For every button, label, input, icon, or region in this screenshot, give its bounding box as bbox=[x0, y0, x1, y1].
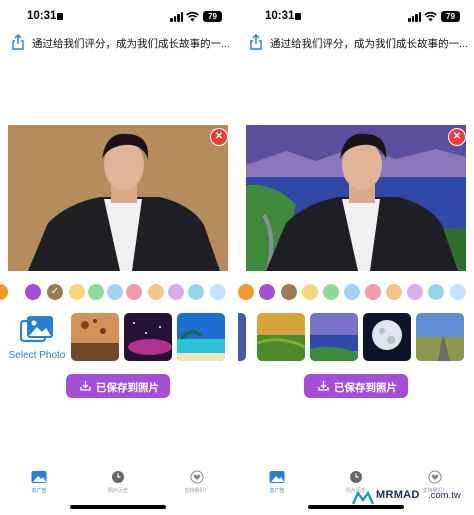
watermark-logo-icon bbox=[352, 491, 374, 505]
tab-bar: 去广告 照片历史 支持我们！ bbox=[0, 470, 236, 504]
color-swatch[interactable] bbox=[302, 284, 318, 300]
tab-label: 去广告 bbox=[269, 488, 285, 494]
background-thumbnail[interactable] bbox=[257, 313, 305, 361]
color-swatch-row: ✓ bbox=[0, 284, 236, 304]
tab-label: 去广告 bbox=[31, 488, 47, 494]
status-time: 10:31 bbox=[265, 10, 295, 22]
status-time: 10:31 bbox=[27, 10, 57, 22]
background-thumbnail[interactable] bbox=[238, 313, 246, 361]
tab-label: 支持我们！ bbox=[184, 488, 210, 494]
tab-support-us[interactable]: 支持我们！ bbox=[172, 470, 222, 494]
background-thumbnail[interactable] bbox=[71, 313, 119, 361]
color-swatch[interactable] bbox=[148, 284, 164, 300]
tab-remove-ads[interactable]: 去广告 bbox=[252, 470, 302, 494]
background-thumbnail[interactable] bbox=[177, 313, 225, 361]
home-indicator bbox=[70, 505, 166, 509]
background-picker-row bbox=[238, 313, 474, 365]
color-swatch-selected[interactable]: ✓ bbox=[47, 284, 63, 300]
color-swatch[interactable] bbox=[107, 284, 123, 300]
focus-icon bbox=[57, 13, 63, 20]
remove-photo-button[interactable]: ✕ bbox=[448, 128, 466, 146]
photo-icon bbox=[269, 471, 285, 483]
color-swatch[interactable] bbox=[210, 284, 226, 300]
save-to-photos-button[interactable]: 已保存到照片 bbox=[304, 374, 408, 398]
color-swatch[interactable] bbox=[407, 284, 423, 300]
edited-photo-preview bbox=[8, 125, 228, 271]
color-swatch[interactable] bbox=[323, 284, 339, 300]
color-swatch[interactable] bbox=[168, 284, 184, 300]
color-swatch[interactable] bbox=[238, 284, 254, 300]
watermark: MRMAD .com.tw bbox=[350, 488, 474, 508]
review-banner[interactable]: 通过给我们评分，成为我们成长故事的一... bbox=[238, 30, 474, 56]
status-bar: 10:31 79 bbox=[238, 0, 474, 34]
save-to-photos-button[interactable]: 已保存到照片 bbox=[66, 374, 170, 398]
review-banner-text: 通过给我们评分，成为我们成长故事的一... bbox=[270, 38, 468, 50]
watermark-brand: MRMAD bbox=[376, 489, 420, 501]
phone-screen-right: 10:31 79 通过给我们评分，成为我们成长故事的一... ✕ 已保存到照片 … bbox=[238, 0, 474, 515]
review-banner[interactable]: 通过给我们评分，成为我们成长故事的一... bbox=[0, 30, 236, 56]
wifi-icon bbox=[186, 11, 199, 22]
gallery-icon bbox=[20, 316, 53, 343]
background-thumbnail[interactable] bbox=[124, 313, 172, 361]
background-picker-row: Select Photo bbox=[0, 313, 236, 365]
color-swatch[interactable] bbox=[365, 284, 381, 300]
background-thumbnail[interactable] bbox=[416, 313, 464, 361]
color-swatch[interactable] bbox=[386, 284, 402, 300]
battery-icon: 79 bbox=[203, 11, 222, 22]
heart-icon bbox=[428, 470, 442, 484]
share-icon[interactable] bbox=[249, 34, 263, 50]
download-icon bbox=[80, 381, 91, 391]
tab-remove-ads[interactable]: 去广告 bbox=[14, 470, 64, 494]
color-swatch[interactable] bbox=[259, 284, 275, 300]
heart-icon bbox=[190, 470, 204, 484]
color-swatch[interactable] bbox=[344, 284, 360, 300]
clock-icon bbox=[112, 471, 124, 483]
color-swatch[interactable] bbox=[69, 284, 85, 300]
color-swatch[interactable] bbox=[281, 284, 297, 300]
photo-icon bbox=[31, 471, 47, 483]
phone-screen-left: 10:31 79 通过给我们评分，成为我们成长故事的一... ✕ ✓ Selec… bbox=[0, 0, 236, 515]
background-thumbnail[interactable] bbox=[363, 313, 411, 361]
watermark-domain: .com.tw bbox=[428, 490, 461, 501]
signal-icon bbox=[408, 12, 422, 22]
color-swatch-row bbox=[238, 284, 474, 304]
status-bar: 10:31 79 bbox=[0, 0, 236, 34]
color-swatch[interactable] bbox=[188, 284, 204, 300]
background-thumbnail[interactable] bbox=[310, 313, 358, 361]
review-banner-text: 通过给我们评分，成为我们成长故事的一... bbox=[32, 38, 230, 50]
select-photo-label: Select Photo bbox=[8, 350, 66, 361]
tab-label: 照片历史 bbox=[107, 488, 128, 494]
wifi-icon bbox=[424, 11, 437, 22]
color-swatch[interactable] bbox=[0, 284, 8, 300]
download-icon bbox=[318, 381, 329, 391]
remove-photo-button[interactable]: ✕ bbox=[210, 128, 228, 146]
clock-icon bbox=[350, 471, 362, 483]
select-photo-button[interactable]: Select Photo bbox=[6, 313, 68, 365]
color-swatch[interactable] bbox=[450, 284, 466, 300]
share-icon[interactable] bbox=[11, 34, 25, 50]
color-swatch[interactable] bbox=[25, 284, 41, 300]
color-swatch[interactable] bbox=[126, 284, 142, 300]
color-swatch[interactable] bbox=[428, 284, 444, 300]
signal-icon bbox=[170, 12, 184, 22]
battery-icon: 79 bbox=[441, 11, 460, 22]
tab-photo-history[interactable]: 照片历史 bbox=[93, 470, 143, 494]
save-button-label: 已保存到照片 bbox=[96, 382, 159, 394]
color-swatch[interactable] bbox=[88, 284, 104, 300]
save-button-label: 已保存到照片 bbox=[334, 382, 397, 394]
edited-photo-preview bbox=[246, 125, 466, 271]
focus-icon bbox=[295, 13, 301, 20]
